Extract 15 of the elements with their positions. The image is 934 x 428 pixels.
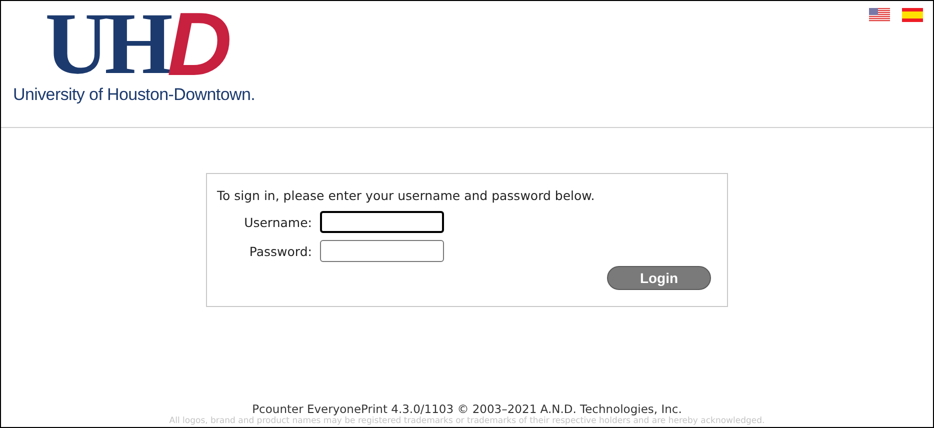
spain-flag-icon [902, 8, 923, 22]
field-label: Username: [243, 214, 313, 230]
language-button[interactable] [902, 8, 923, 22]
logo-mark: UH [45, 7, 169, 83]
version-text: Pcounter EveryonePrint 4.3.0/1103 © 2003–2021 A.N.D. Technologies, Inc. [252, 402, 682, 416]
username-field[interactable] [320, 211, 444, 233]
login-button[interactable]: Login [607, 266, 711, 290]
field-label: Password: [248, 244, 313, 258]
us-flag-icon [869, 8, 890, 22]
login-prompt: To sign in, please enter your username and password below. [217, 188, 596, 203]
password-field[interactable] [320, 240, 444, 262]
logo-name: University of Houston-Downtown. [13, 85, 256, 105]
trademark-notice: All logos, brand and product names may be registered trademarks or trademarks of their respective holders and are hereby acknowledged. [169, 416, 765, 426]
language-button[interactable] [869, 8, 890, 22]
logo-mark: D [167, 7, 232, 83]
